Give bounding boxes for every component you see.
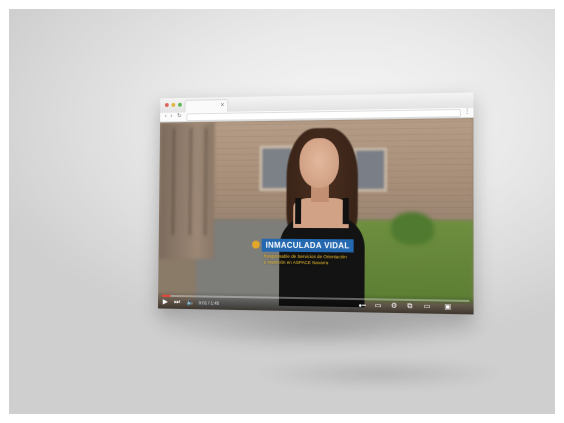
volume-icon[interactable]: 🔈 <box>186 299 194 307</box>
speaker-strap <box>342 197 349 225</box>
close-window-icon[interactable] <box>164 103 169 107</box>
column <box>188 127 192 236</box>
reload-icon[interactable]: ↻ <box>177 113 182 122</box>
building-window <box>352 147 388 192</box>
column <box>204 127 208 236</box>
scene-background: × ‹ › ↻ ⋮ INMACULADA VIDAL Responsable d… <box>9 9 555 414</box>
subtitles-icon[interactable]: ▭ <box>375 302 382 310</box>
browser-window: × ‹ › ↻ ⋮ INMACULADA VIDAL Responsable d… <box>157 92 474 315</box>
tab-close-icon[interactable]: × <box>220 101 224 110</box>
colonnade <box>158 121 215 260</box>
column <box>171 128 175 236</box>
speaker-face <box>299 137 340 189</box>
speaker-role-line-2: e Inserción en ASPACE Navarra <box>263 259 329 266</box>
speaker-role: Responsable de Servicios de Orientación … <box>264 254 347 267</box>
progress-bar-fill <box>161 294 171 297</box>
window-controls <box>164 102 182 107</box>
back-icon[interactable]: ‹ <box>165 113 167 122</box>
play-icon[interactable]: ▶ <box>163 299 168 307</box>
speaker-strap <box>295 198 302 224</box>
bush <box>391 212 435 245</box>
miniplayer-icon[interactable]: ⧉ <box>407 303 412 311</box>
autoplay-toggle-icon[interactable]: ●━ <box>358 302 365 310</box>
time-display: 0:01 / 1:45 <box>198 300 220 306</box>
floor-shadow-secondary <box>249 361 509 387</box>
floor-shadow <box>149 309 489 349</box>
cast-icon[interactable]: ▣ <box>444 304 451 312</box>
browser-menu-icon[interactable]: ⋮ <box>464 108 470 117</box>
forward-icon[interactable]: › <box>170 113 172 122</box>
video-player[interactable]: INMACULADA VIDAL Responsable de Servicio… <box>157 117 474 315</box>
minimize-window-icon[interactable] <box>171 102 176 107</box>
theater-mode-icon[interactable]: ▭ <box>424 303 431 311</box>
speaker-chest <box>293 197 349 229</box>
brand-mark-icon <box>252 240 260 249</box>
speaker-name: INMACULADA VIDAL <box>261 238 354 253</box>
settings-icon[interactable]: ⚙ <box>391 303 397 311</box>
maximize-window-icon[interactable] <box>178 102 182 107</box>
next-icon[interactable]: ⏭ <box>174 299 180 307</box>
